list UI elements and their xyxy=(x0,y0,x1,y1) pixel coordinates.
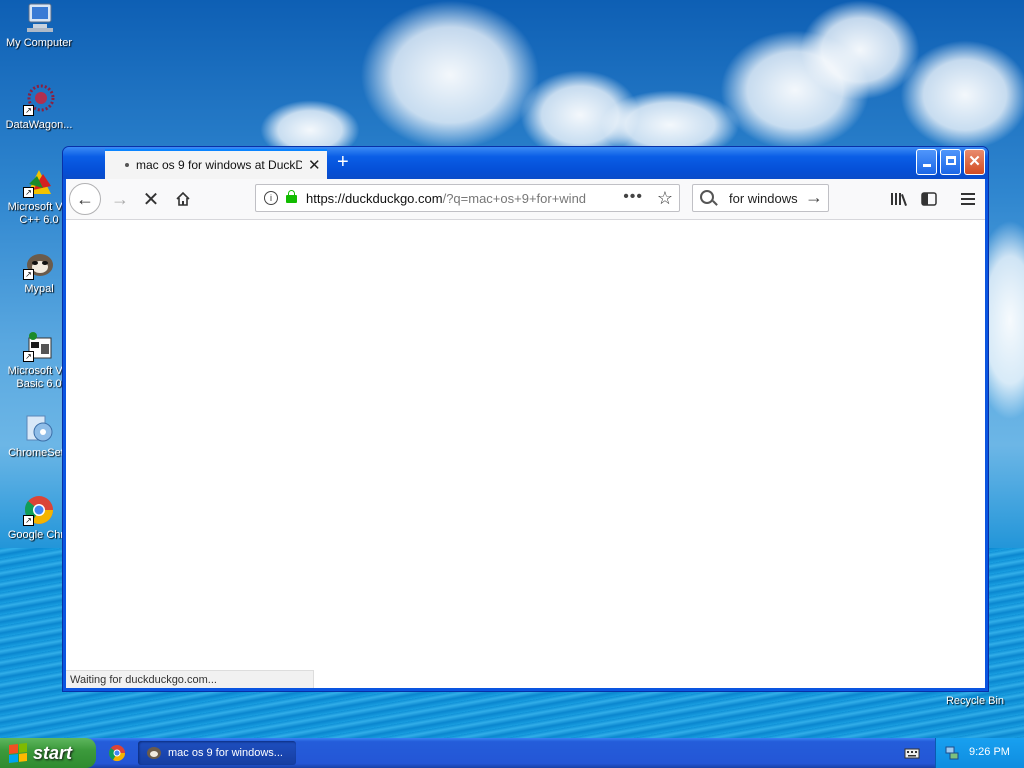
bookmark-star-icon[interactable]: ☆ xyxy=(657,188,673,209)
page-content[interactable] xyxy=(66,220,985,688)
new-tab-button[interactable]: + xyxy=(337,152,349,172)
system-tray: 9:26 PM xyxy=(935,738,1024,768)
arrow-right-icon: → xyxy=(111,188,129,209)
close-icon: ✕ xyxy=(968,153,981,170)
quick-launch-chrome[interactable] xyxy=(108,744,126,767)
sidebar-icon xyxy=(921,192,937,206)
shortcut-arrow-icon: ↗ xyxy=(23,351,34,362)
network-icon[interactable] xyxy=(944,745,960,761)
visual-basic-icon: ↗ xyxy=(23,330,55,362)
url-bar[interactable]: i https://duckduckgo.com/?q=mac+os+9+for… xyxy=(255,184,680,212)
stop-button[interactable]: ✕ xyxy=(137,185,165,213)
chrome-icon: ↗ xyxy=(23,494,55,526)
search-go-arrow-icon[interactable]: → xyxy=(805,187,823,208)
forward-button[interactable]: → xyxy=(106,185,134,213)
keyboard-tray-icon[interactable] xyxy=(904,746,920,765)
page-actions-menu-icon[interactable]: ••• xyxy=(623,188,643,206)
desktop-icon-recycle-bin[interactable]: Recycle Bin xyxy=(936,695,1014,708)
chrome-icon xyxy=(108,745,126,762)
library-button[interactable] xyxy=(885,185,913,213)
datawagon-icon: ↗ xyxy=(23,84,55,116)
info-icon[interactable]: i xyxy=(264,191,278,205)
chrome-setup-icon xyxy=(23,412,55,444)
maximize-icon xyxy=(945,156,956,165)
shortcut-arrow-icon: ↗ xyxy=(23,515,34,526)
arrow-left-icon: ← xyxy=(76,188,94,209)
clock[interactable]: 9:26 PM xyxy=(969,746,1010,758)
task-label: mac os 9 for windows... xyxy=(168,747,283,759)
url-text[interactable]: https://duckduckgo.com/?q=mac+os+9+for+w… xyxy=(306,191,596,206)
windows-flag-icon xyxy=(9,743,27,763)
visual-cpp-icon: ↗ xyxy=(23,166,55,198)
cloud xyxy=(900,40,1024,150)
shortcut-arrow-icon: ↗ xyxy=(23,105,34,116)
nav-toolbar: ← → ✕ i https://duckduckgo.com/?q=mac+os… xyxy=(66,179,985,220)
tab-close-icon[interactable]: ✕ xyxy=(308,156,321,174)
computer-icon xyxy=(23,2,55,34)
search-icon xyxy=(700,190,714,204)
sidebar-button[interactable] xyxy=(915,185,943,213)
taskbar-task-browser[interactable]: mac os 9 for windows... xyxy=(138,741,296,765)
start-button[interactable]: start xyxy=(0,738,96,768)
back-button[interactable]: ← xyxy=(69,183,101,215)
search-input[interactable]: for windows xyxy=(729,191,798,206)
tab-title: mac os 9 for windows at DuckDuc xyxy=(136,158,302,172)
browser-tab[interactable]: mac os 9 for windows at DuckDuc ✕ xyxy=(105,149,327,179)
start-label: start xyxy=(33,742,73,763)
title-bar[interactable]: mac os 9 for windows at DuckDuc ✕ + ✕ xyxy=(63,147,988,179)
lock-icon[interactable] xyxy=(286,190,297,203)
mypal-icon xyxy=(147,747,161,759)
mypal-icon: ↗ xyxy=(23,248,55,280)
hamburger-menu-icon xyxy=(961,193,975,205)
shortcut-arrow-icon: ↗ xyxy=(23,269,34,280)
maximize-button[interactable] xyxy=(940,149,961,175)
loading-dot-icon xyxy=(125,163,129,167)
stop-x-icon: ✕ xyxy=(142,188,160,211)
close-button[interactable]: ✕ xyxy=(964,149,985,175)
library-icon xyxy=(891,193,907,206)
shortcut-arrow-icon: ↗ xyxy=(23,187,34,198)
cloud xyxy=(360,0,540,150)
minimize-icon xyxy=(922,164,931,167)
menu-button[interactable] xyxy=(954,185,982,213)
status-bar: Waiting for duckduckgo.com... xyxy=(66,670,314,688)
home-button[interactable] xyxy=(169,185,197,213)
search-bar[interactable]: for windows → xyxy=(692,184,829,212)
desktop-icon-my-computer[interactable]: My Computer xyxy=(0,2,78,50)
minimize-button[interactable] xyxy=(916,149,937,175)
desktop-icon-datawagon[interactable]: ↗ DataWagon... xyxy=(0,84,78,132)
home-icon xyxy=(176,191,190,206)
taskbar: start mac os 9 for windows... 9:26 PM xyxy=(0,738,1024,768)
browser-window: mac os 9 for windows at DuckDuc ✕ + ✕ ← … xyxy=(62,146,989,692)
